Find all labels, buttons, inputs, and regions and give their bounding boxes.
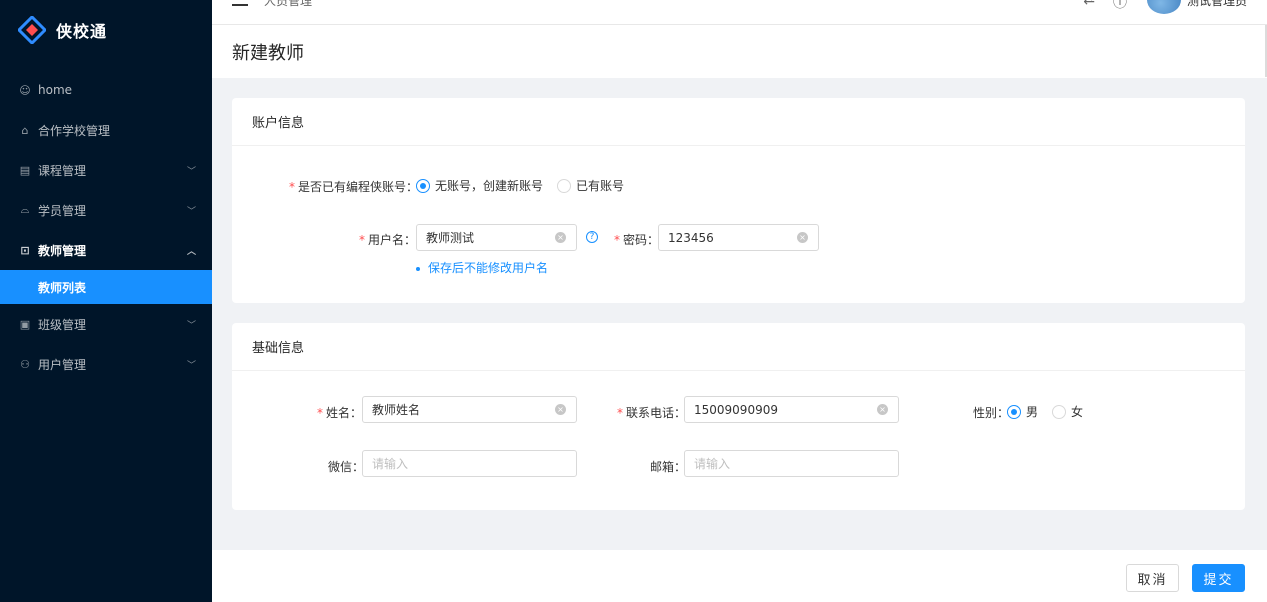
name-label: * 姓名： <box>317 406 363 420</box>
radio-checked-icon <box>416 178 430 193</box>
sidebar: 侠校通 ☺ home ⌂ 合作学校管理 ▤ 课程管理 ﹀ ⌓ 学员管理 ﹀ ⊡ … <box>0 0 212 602</box>
gender-radio-group: 男 女 <box>1007 403 1097 420</box>
question-icon[interactable]: ⓘ <box>1113 0 1127 12</box>
section-title: 账户信息 <box>232 98 1245 146</box>
phone-label: * 联系电话： <box>617 406 687 420</box>
breadcrumb: 人员管理 <box>264 0 313 8</box>
sidebar-item-schools[interactable]: ⌂ 合作学校管理 <box>0 110 212 150</box>
clear-icon[interactable]: × <box>797 232 808 243</box>
cancel-button[interactable]: 取消 <box>1126 564 1179 592</box>
chevron-down-icon: ﹀ <box>186 320 196 331</box>
radio-has-account[interactable]: 已有账号 <box>557 177 624 194</box>
sidebar-item-students[interactable]: ⌓ 学员管理 ﹀ <box>0 190 212 230</box>
username-input[interactable]: 教师测试 × <box>416 224 577 251</box>
sidebar-item-home[interactable]: ☺ home <box>0 70 212 110</box>
student-icon: ⌓ <box>20 203 30 216</box>
class-icon: ▣ <box>19 317 31 331</box>
has-account-radio-group: 无账号，创建新账号 已有账号 <box>416 177 638 194</box>
page-title: 新建教师 <box>232 42 304 64</box>
radio-unchecked-icon <box>557 178 572 193</box>
sidebar-item-users[interactable]: ⚇ 用户管理 ﹀ <box>0 344 212 384</box>
users-icon: ⚇ <box>20 357 30 371</box>
basic-info-card: 基础信息 * 姓名： 教师姓名 × * 联系电话： 15009090909 × 性别… <box>232 323 1245 510</box>
email-label: 邮箱： <box>650 460 687 474</box>
bank-icon: ⌂ <box>21 123 29 137</box>
smile-icon: ☺ <box>19 83 31 97</box>
sidebar-item-label: 用户管理 <box>38 357 87 372</box>
chevron-down-icon: ﹀ <box>186 206 196 217</box>
phone-input[interactable]: 15009090909 × <box>684 396 899 423</box>
wechat-input[interactable]: 请输入 <box>362 450 577 477</box>
name-input[interactable]: 教师姓名 × <box>362 396 577 423</box>
top-header: 人员管理 ⇄ ⓘ 测试管理员 <box>212 0 1267 25</box>
username-label: * 用户名： <box>359 233 417 247</box>
sidebar-subitem-label: 教师列表 <box>38 280 87 295</box>
radio-unchecked-icon <box>1052 404 1067 419</box>
teachers-submenu: 教师列表 <box>0 270 212 304</box>
swap-icon[interactable]: ⇄ <box>1083 0 1095 8</box>
radio-checked-icon <box>1007 404 1021 419</box>
user-name[interactable]: 测试管理员 <box>1187 0 1247 9</box>
sidebar-item-label: 合作学校管理 <box>38 123 111 138</box>
question-circle-icon[interactable]: ? <box>586 231 598 243</box>
email-input[interactable]: 请输入 <box>684 450 899 477</box>
sidebar-item-classes[interactable]: ▣ 班级管理 ﹀ <box>0 304 212 344</box>
page-title-bar: 新建教师 <box>212 25 1267 78</box>
logo[interactable]: 侠校通 <box>0 0 212 60</box>
radio-male[interactable]: 男 <box>1007 403 1038 420</box>
sidebar-item-courses[interactable]: ▤ 课程管理 ﹀ <box>0 150 212 190</box>
sidebar-item-label: 教师管理 <box>38 243 87 258</box>
sidebar-item-label: 学员管理 <box>38 203 87 218</box>
clear-icon[interactable]: × <box>877 404 888 415</box>
chevron-down-icon: ﹀ <box>186 166 196 177</box>
sidebar-item-label: home <box>38 83 73 97</box>
chevron-up-icon: ︿ <box>186 246 196 257</box>
has-account-label: * 是否已有编程侠账号： <box>289 180 419 194</box>
gender-label: 性别： <box>973 406 1010 420</box>
form-footer: 取消 提交 <box>212 550 1267 602</box>
password-input[interactable]: 123456 × <box>658 224 819 251</box>
sidebar-item-label: 班级管理 <box>38 317 87 332</box>
radio-female[interactable]: 女 <box>1052 403 1083 420</box>
book-icon: ▤ <box>19 163 31 177</box>
clear-icon[interactable]: × <box>555 232 566 243</box>
sidebar-subitem-teacher-list[interactable]: 教师列表 <box>0 270 212 304</box>
clear-icon[interactable]: × <box>555 404 566 415</box>
password-label: * 密码： <box>614 233 660 247</box>
app-name: 侠校通 <box>56 22 108 41</box>
account-info-card: 账户信息 * 是否已有编程侠账号： 无账号，创建新账号 已有账号 * 用户名： 教师… <box>232 98 1245 303</box>
menu-fold-icon[interactable] <box>232 0 248 6</box>
sidebar-item-label: 课程管理 <box>38 163 87 178</box>
radio-no-account[interactable]: 无账号，创建新账号 <box>416 177 543 194</box>
sidebar-menu: ☺ home ⌂ 合作学校管理 ▤ 课程管理 ﹀ ⌓ 学员管理 ﹀ ⊡ 教师管理… <box>0 70 212 384</box>
submit-button[interactable]: 提交 <box>1192 564 1245 592</box>
diamond-logo-icon <box>16 14 48 46</box>
chevron-down-icon: ﹀ <box>186 360 196 371</box>
section-title: 基础信息 <box>232 323 1245 371</box>
teacher-icon: ⊡ <box>20 243 30 257</box>
username-hint: 保存后不能修改用户名 <box>416 259 548 276</box>
sidebar-item-teachers[interactable]: ⊡ 教师管理 ︿ <box>0 230 212 270</box>
avatar[interactable] <box>1147 0 1181 14</box>
wechat-label: 微信： <box>328 460 365 474</box>
